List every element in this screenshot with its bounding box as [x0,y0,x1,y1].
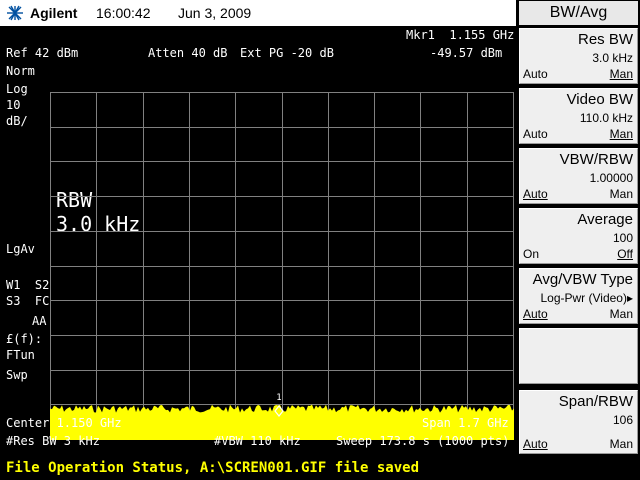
softkey-option-off: Off [617,247,633,261]
softkey-option-auto: Auto [523,437,548,451]
trace-mode-aa: AA [32,314,47,328]
attenuation: Atten 40 dB [148,46,228,60]
analyzer-screen: Mkr1 1.155 GHz -49.57 dBm Ref 42 dBm Att… [0,26,516,456]
ref-level: Ref 42 dBm [6,46,79,60]
softkey-video-bw[interactable]: Video BW 110.0 kHz Auto Man [519,88,638,144]
softkey-value: Log-Pwr (Video)▸ [540,291,633,305]
clock-time: 16:00:42 [96,5,151,21]
marker-readout-value: -49.57 dBm [430,46,503,60]
softkey-value: 106 [612,413,633,427]
softkey-average[interactable]: Average 100 On Off [519,208,638,264]
softkey-option-auto: Auto [523,127,548,141]
trace-mode-w1s2: W1 S2 [6,278,50,292]
softkey-option-on: On [523,247,540,261]
softkey-option-auto: Auto [523,187,548,201]
softkey-option-man: Man [609,187,633,201]
status-bar: File Operation Status, A:\SCREN001.GIF f… [0,458,640,480]
center-frequency: Center 1.150 GHz [6,416,122,430]
file-operation-status: File Operation Status, A:\SCREN001.GIF f… [6,460,420,476]
spectrum-plot: 1 [50,92,514,440]
softkey-option-man: Man [609,127,633,141]
sweep-label: Swp [6,368,28,382]
marker-number: 1 [276,393,281,403]
softkey-option-man: Man [609,307,633,321]
span-frequency: Span 1.7 GHz [422,416,509,430]
scale-value: 10 [6,98,21,112]
res-bw-readout: #Res BW 3 kHz [6,434,100,448]
softkey-avg-vbw-type[interactable]: Avg/VBW Type Log-Pwr (Video)▸ Auto Man [519,268,638,324]
brand-name: Agilent [30,5,78,21]
softkey-res-bw[interactable]: Res BW 3.0 kHz Auto Man [519,28,638,84]
corrections-ff: £(f): [6,332,43,346]
softkey-blank[interactable] [519,328,638,384]
softkey-label: Span/RBW [558,393,633,410]
softkey-label: Video BW [566,91,633,108]
softkey-value: 100 [612,231,633,245]
softkey-option-auto: Auto [523,67,548,81]
softkey-option-man: Man [609,67,633,81]
agilent-spark-icon [7,5,23,21]
softkey-option-auto: Auto [523,307,548,321]
scale-unit: dB/ [6,114,28,128]
graticule [50,92,514,440]
softkey-label: Res BW [577,31,633,48]
menu-title: BW/Avg [519,1,638,25]
softkey-value: 3.0 kHz [592,51,633,65]
detector-norm: Norm [6,64,35,78]
softkey-option-man: Man [609,437,633,451]
softkey-value: 1.00000 [589,171,633,185]
softkey-label: Avg/VBW Type [532,271,633,288]
ftun-label: FTun [6,348,35,362]
softkey-span-rbw[interactable]: Span/RBW 106 Auto Man [519,390,638,454]
softkey-value: 110.0 kHz [579,111,633,125]
ext-pg: Ext PG -20 dB [240,46,334,60]
scale-type: Log [6,82,28,96]
marker-readout-label: Mkr1 1.155 GHz [406,28,515,42]
softkey-label: VBW/RBW [559,151,633,168]
softkey-label: Average [577,211,633,228]
trace-mode-s3fc: S3 FC [6,294,50,308]
sweep-readout: Sweep 173.8 s (1000 pts) [336,434,510,448]
clock-date: Jun 3, 2009 [178,5,252,21]
title-bar: Agilent 16:00:42 Jun 3, 2009 [0,0,516,26]
vbw-readout: #VBW 110 kHz [214,434,301,448]
softkey-vbw-rbw[interactable]: VBW/RBW 1.00000 Auto Man [519,148,638,204]
avg-type: LgAv [6,242,35,256]
